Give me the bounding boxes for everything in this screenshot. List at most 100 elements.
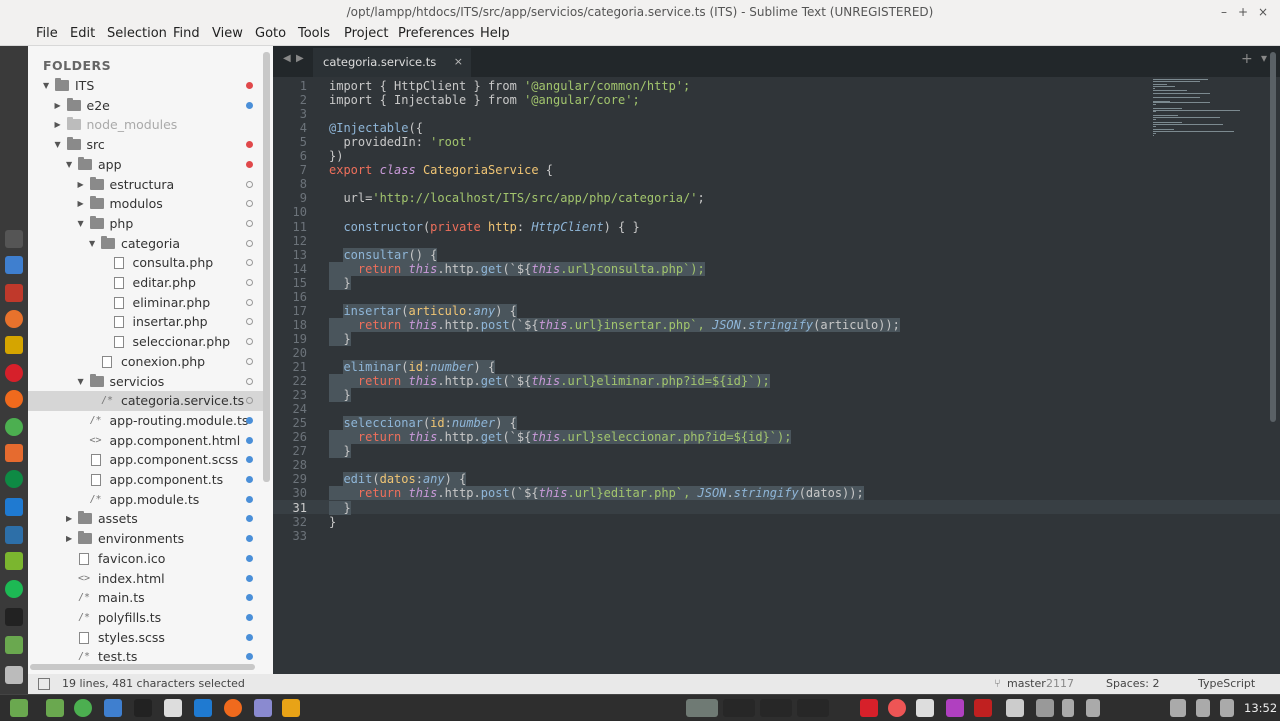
bluetooth-icon[interactable] — [1062, 699, 1074, 717]
code-line[interactable]: eliminar(id:number) { — [329, 360, 496, 374]
code-line[interactable]: insertar(articulo:any) { — [329, 303, 517, 318]
code-line[interactable]: } — [329, 515, 336, 529]
tree-item-app[interactable]: ▼ app — [28, 155, 263, 175]
code-line[interactable]: } — [329, 275, 351, 290]
terminal-icon[interactable] — [5, 608, 23, 626]
code-line[interactable]: seleccionar(id:number) { — [329, 416, 517, 431]
app-icon[interactable] — [5, 444, 23, 462]
tray-clock-icon[interactable] — [888, 699, 906, 717]
tree-item-environments[interactable]: ▶ environments — [28, 529, 263, 549]
tree-item-php[interactable]: ▼ php — [28, 214, 263, 234]
workspace-switcher[interactable] — [723, 699, 755, 717]
tray-icon[interactable] — [1006, 699, 1024, 717]
close-icon[interactable]: × — [1256, 0, 1270, 24]
tree-item-index-html[interactable]: <> index.html — [28, 569, 263, 589]
workspace-switcher[interactable] — [797, 699, 829, 717]
menu-tools[interactable]: Tools — [298, 26, 330, 41]
tree-item-app-module-ts[interactable]: /* app.module.ts — [28, 490, 263, 510]
tree-item-app-component-scss[interactable]: app.component.scss — [28, 450, 263, 470]
code-line[interactable]: return this.http.get(`${this.url}selecci… — [329, 430, 792, 445]
tree-item-seleccionar-php[interactable]: seleccionar.php — [28, 332, 263, 352]
chevron-right-icon[interactable]: ▶ — [78, 194, 84, 214]
editor-scrollbar[interactable] — [1270, 52, 1276, 422]
terminal-icon[interactable] — [134, 699, 152, 717]
minimap[interactable] — [1153, 79, 1248, 139]
chevron-down-icon[interactable]: ▼ — [78, 214, 84, 234]
sidebar-scrollbar[interactable] — [263, 52, 270, 482]
new-tab-icon[interactable]: + — [1241, 51, 1253, 67]
battery-icon[interactable] — [1220, 699, 1234, 717]
tree-item-app-routing-module-ts[interactable]: /* app-routing.module.ts — [28, 411, 263, 431]
code-line[interactable]: url='http://localhost/ITS/src/app/php/ca… — [329, 191, 704, 205]
maximize-icon[interactable]: + — [1236, 0, 1250, 24]
spotify-icon[interactable] — [5, 580, 23, 598]
settings-icon[interactable] — [164, 699, 182, 717]
tray-icon[interactable] — [860, 699, 878, 717]
menu-help[interactable]: Help — [480, 26, 510, 41]
chevron-right-icon[interactable]: ▶ — [55, 115, 61, 135]
chevron-down-icon[interactable]: ▼ — [43, 76, 49, 96]
menu-view[interactable]: View — [212, 26, 243, 41]
menu-project[interactable]: Project — [344, 26, 388, 41]
tree-item-polyfills-ts[interactable]: /* polyfills.ts — [28, 608, 263, 628]
tree-item-its[interactable]: ▼ ITS — [28, 76, 263, 96]
dropbox-icon[interactable] — [916, 699, 934, 717]
tree-item-modulos[interactable]: ▶ modulos — [28, 194, 263, 214]
opera-icon[interactable] — [5, 364, 23, 382]
chevron-right-icon[interactable]: ▶ — [78, 175, 84, 195]
editor-icon[interactable] — [254, 699, 272, 717]
code-line[interactable]: providedIn: 'root' — [329, 135, 473, 149]
tree-item-conexion-php[interactable]: conexion.php — [28, 352, 263, 372]
code-line[interactable]: } — [329, 388, 351, 403]
workspace-switcher[interactable] — [686, 699, 718, 717]
app-icon[interactable] — [5, 552, 23, 570]
code-line[interactable]: import { HttpClient } from '@angular/com… — [329, 79, 690, 93]
code-line[interactable]: }) — [329, 149, 343, 163]
code-line[interactable]: } — [329, 331, 351, 346]
tray-icon[interactable] — [974, 699, 992, 717]
tree-item-favicon-ico[interactable]: favicon.ico — [28, 549, 263, 569]
calculator-icon[interactable] — [5, 230, 23, 248]
menu-goto[interactable]: Goto — [255, 26, 286, 41]
tree-item-e2e[interactable]: ▶ e2e — [28, 96, 263, 116]
code-editor[interactable]: 1 2 3 4 5 6 7 8 9 10 11 12 13 14 15 16 17 18 19 20 21 22 23 24 2… — [273, 77, 1280, 674]
tab-prev-icon[interactable]: ◀ — [283, 53, 291, 64]
wifi-icon[interactable] — [1170, 699, 1186, 717]
code-line[interactable]: edit(datos:any) { — [329, 472, 467, 487]
code-line[interactable]: } — [329, 500, 351, 515]
code-line[interactable]: return this.http.post(`${this.url}editar… — [329, 486, 864, 501]
menu-find[interactable]: Find — [173, 26, 200, 41]
code-line[interactable]: constructor(private http: HttpClient) { … — [329, 220, 639, 234]
chevron-right-icon[interactable]: ▶ — [66, 529, 72, 549]
git-branch[interactable]: master — [1007, 674, 1046, 694]
code-line[interactable]: } — [329, 444, 351, 459]
volume-icon[interactable] — [1196, 699, 1210, 717]
folder-icon[interactable] — [46, 699, 64, 717]
code-line[interactable]: consultar() { — [329, 247, 438, 262]
clock[interactable]: 13:52 — [1244, 695, 1277, 721]
browser-icon[interactable] — [224, 699, 242, 717]
tree-item-categoria[interactable]: ▼ categoria — [28, 234, 263, 254]
tree-item-node-modules[interactable]: ▶ node_modules — [28, 115, 263, 135]
code-line[interactable]: return this.http.get(`${this.url}consult… — [329, 261, 705, 276]
vscode-icon[interactable] — [194, 699, 212, 717]
tab-close-icon[interactable]: × — [454, 48, 463, 76]
code-line[interactable]: return this.http.post(`${this.url}insert… — [329, 317, 900, 332]
menu-edit[interactable]: Edit — [70, 26, 95, 41]
chevron-down-icon[interactable]: ▼ — [66, 155, 72, 175]
tree-item-categoria-service-ts[interactable]: /* categoria.service.ts — [28, 391, 263, 411]
sidebar-horizontal-scrollbar[interactable] — [30, 664, 255, 670]
screenshot-icon[interactable] — [104, 699, 122, 717]
chevron-down-icon[interactable]: ▼ — [78, 372, 84, 392]
chevron-down-icon[interactable]: ▼ — [89, 234, 95, 254]
folder-icon[interactable] — [5, 636, 23, 654]
code-line[interactable]: @Injectable({ — [329, 121, 423, 135]
tree-item-app-component-ts[interactable]: app.component.ts — [28, 470, 263, 490]
menu-preferences[interactable]: Preferences — [398, 26, 474, 41]
tree-item-editar-php[interactable]: editar.php — [28, 273, 263, 293]
files-icon[interactable] — [5, 256, 23, 274]
menu-file[interactable]: File — [36, 26, 58, 41]
chevron-right-icon[interactable]: ▶ — [55, 96, 61, 116]
app-icon[interactable] — [5, 526, 23, 544]
firefox-icon[interactable] — [5, 310, 23, 328]
